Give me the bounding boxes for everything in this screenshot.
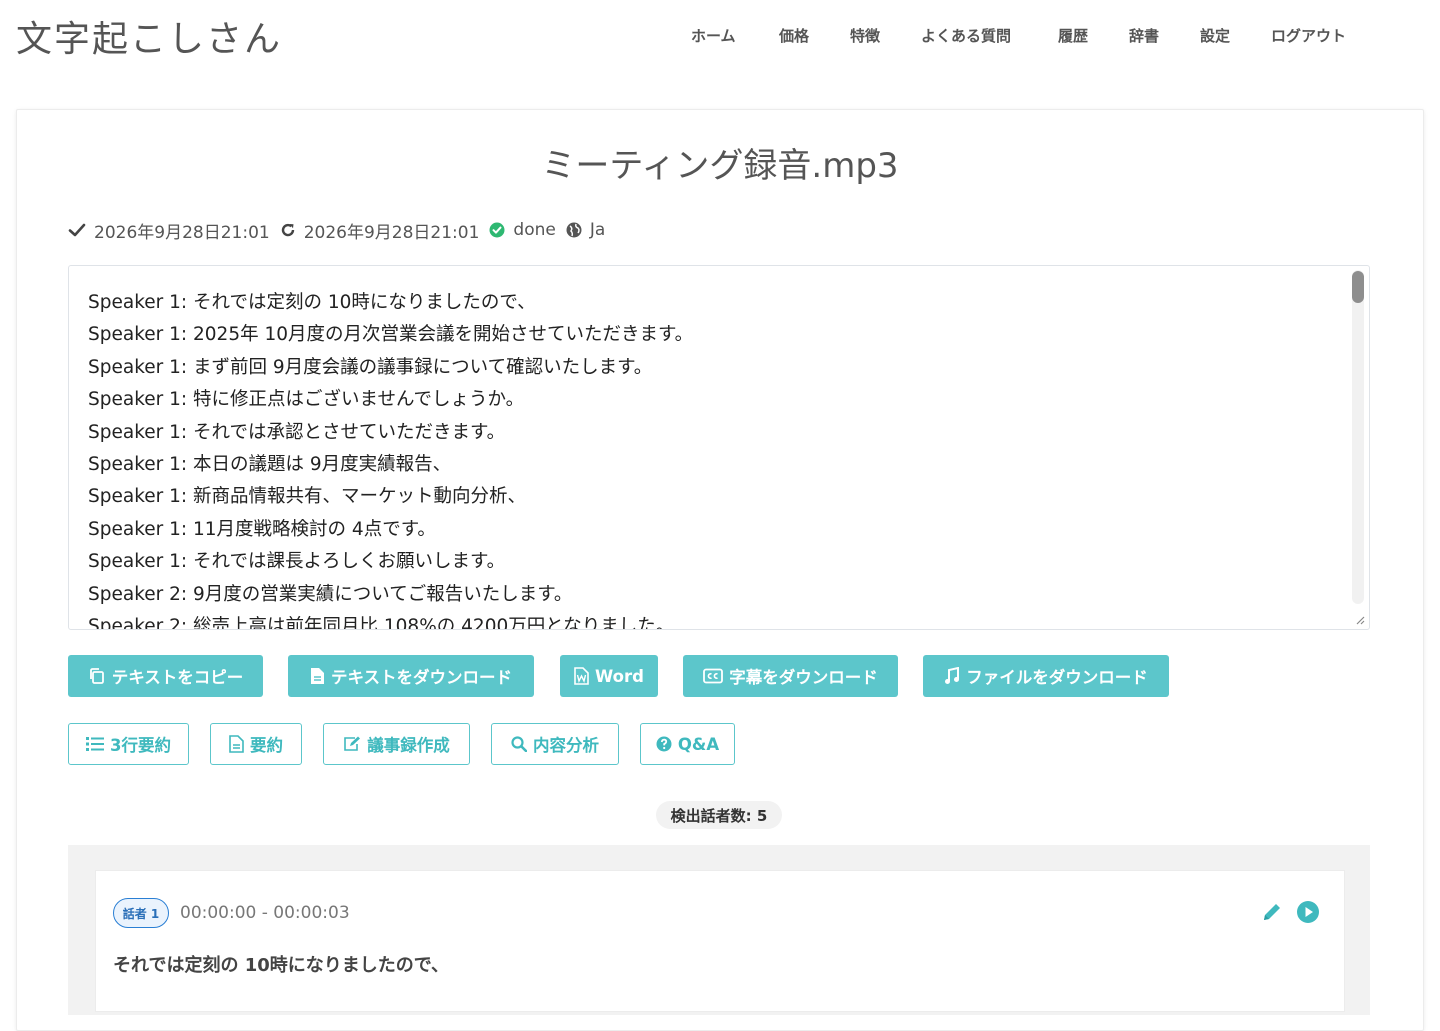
edit-icon xyxy=(344,736,361,751)
transcript-line: Speaker 1: それでは定刻の 10時になりましたので、 xyxy=(88,292,536,313)
download-file-label: ファイルをダウンロード xyxy=(966,668,1148,687)
minutes-label: 議事録作成 xyxy=(367,736,450,755)
file-title: ミーティング録音.mp3 xyxy=(541,146,899,186)
main-nav: ホーム 価格 特徴 よくある質問 履歴 辞書 設定 ログアウト xyxy=(0,25,1440,49)
check-icon xyxy=(68,222,86,238)
play-icon[interactable] xyxy=(1296,900,1320,928)
transcript-lines: Speaker 1: それでは定刻の 10時になりましたので、 Speaker … xyxy=(88,287,694,630)
analysis-label: 内容分析 xyxy=(533,736,599,755)
cc-icon xyxy=(703,668,724,684)
resize-handle-icon[interactable] xyxy=(1355,615,1365,625)
transcript-line: Speaker 1: まず前回 9月度会議の議事録について確認いたします。 xyxy=(88,356,653,378)
refresh-icon xyxy=(280,222,296,238)
updated-date: 2026年9月28日21:01 xyxy=(303,222,480,243)
transcript-line: Speaker 1: 新商品情報共有、マーケット動向分析、 xyxy=(88,486,527,508)
check-circle-icon xyxy=(489,222,505,238)
summary3-button[interactable]: 3行要約 xyxy=(68,723,189,765)
nav-logout[interactable]: ログアウト xyxy=(1271,25,1346,47)
transcript-line: Speaker 1: それでは課長よろしくお願いします。 xyxy=(88,551,506,573)
copy-text-label: テキストをコピー xyxy=(111,668,244,687)
summary-button[interactable]: 要約 xyxy=(210,723,302,765)
qa-button[interactable]: Q&A xyxy=(640,723,735,765)
music-icon xyxy=(945,667,960,684)
qa-label: Q&A xyxy=(677,734,720,754)
transcript-textarea[interactable]: Speaker 1: それでは定刻の 10時になりましたので、 Speaker … xyxy=(68,265,1370,630)
download-text-button[interactable]: テキストをダウンロード xyxy=(288,655,534,697)
search-icon xyxy=(511,736,527,752)
speaker-badge[interactable]: 話者 1 xyxy=(113,898,169,928)
segment-card xyxy=(95,870,1345,1012)
transcript-line: Speaker 2: 9月度の営業実績についてご報告いたします。 xyxy=(88,583,573,605)
download-file-button[interactable]: ファイルをダウンロード xyxy=(923,655,1169,697)
document-icon xyxy=(229,735,244,753)
question-icon xyxy=(656,736,672,752)
word-icon xyxy=(574,667,589,685)
word-download-label: Word xyxy=(595,666,644,686)
nav-home[interactable]: ホーム xyxy=(691,25,736,47)
language-text: Ja xyxy=(589,220,606,240)
download-text-label: テキストをダウンロード xyxy=(330,668,512,687)
download-subtitles-button[interactable]: 字幕をダウンロード xyxy=(683,655,898,697)
list-icon xyxy=(86,737,104,751)
transcript-line: Speaker 1: それでは承認とさせていただきます。 xyxy=(88,421,506,443)
word-download-button[interactable]: Word xyxy=(560,655,658,697)
segment-time: 00:00:00 - 00:00:03 xyxy=(180,903,350,923)
file-meta: 2026年9月28日21:01 2026年9月28日21:01 done Ja xyxy=(68,217,615,243)
transcript-line: Speaker 1: 特に修正点はございませんでしょうか。 xyxy=(88,389,525,411)
pencil-icon[interactable] xyxy=(1261,901,1283,927)
download-subtitles-label: 字幕をダウンロード xyxy=(729,668,878,687)
nav-faq[interactable]: よくある質問 xyxy=(921,25,1011,47)
created-date: 2026年9月28日21:01 xyxy=(94,222,270,243)
globe-icon xyxy=(566,222,582,238)
summary3-label: 3行要約 xyxy=(110,736,171,755)
transcript-line: Speaker 1: 2025年 10月度の月次営業会議を開始させていただきます… xyxy=(88,324,694,346)
transcript-line: Speaker 1: 11月度戦略検討の 4点です。 xyxy=(88,518,436,540)
analysis-button[interactable]: 内容分析 xyxy=(491,723,619,765)
segment-text: それでは定刻の 10時になりましたので、 xyxy=(113,955,450,976)
summary-label: 要約 xyxy=(250,736,283,755)
minutes-button[interactable]: 議事録作成 xyxy=(323,723,470,765)
nav-pricing[interactable]: 価格 xyxy=(779,25,809,47)
copy-icon xyxy=(89,668,104,684)
speaker-count-badge: 検出話者数: 5 xyxy=(656,801,782,829)
status-text: done xyxy=(513,220,556,240)
file-icon xyxy=(310,668,324,684)
transcript-line: Speaker 1: 本日の議題は 9月度実績報告、 xyxy=(88,453,452,475)
nav-dictionary[interactable]: 辞書 xyxy=(1129,25,1159,47)
transcript-line: Speaker 2: 総売上高は前年同月比 108%の 4200万円となりました… xyxy=(88,615,675,630)
scrollbar-track[interactable] xyxy=(1352,270,1364,604)
nav-settings[interactable]: 設定 xyxy=(1200,25,1230,47)
copy-text-button[interactable]: テキストをコピー xyxy=(68,655,263,697)
nav-history[interactable]: 履歴 xyxy=(1058,25,1088,47)
scrollbar-thumb[interactable] xyxy=(1352,271,1364,303)
nav-features[interactable]: 特徴 xyxy=(850,25,880,47)
